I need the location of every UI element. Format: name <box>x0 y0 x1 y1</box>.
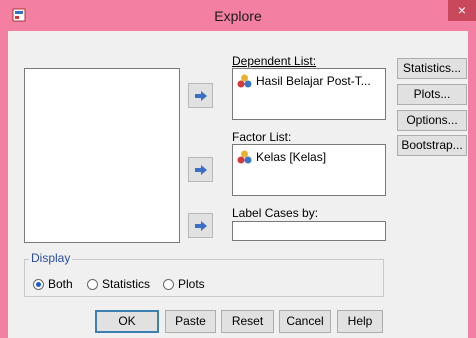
cancel-button[interactable]: Cancel <box>279 310 331 333</box>
display-group: Display Both Statistics Plots <box>24 251 384 297</box>
move-to-factor-button[interactable] <box>188 157 213 182</box>
list-item[interactable]: Kelas [Kelas] <box>237 150 326 164</box>
radio-unselected-icon <box>87 278 98 290</box>
right-arrow-icon <box>194 220 207 231</box>
right-arrow-icon <box>194 90 207 101</box>
radio-both-label: Both <box>48 277 73 291</box>
source-variable-list[interactable] <box>24 68 180 243</box>
options-button[interactable]: Options... <box>397 110 467 131</box>
dependent-list-label: Dependent List: <box>232 54 317 68</box>
statistics-button[interactable]: Statistics... <box>397 58 467 79</box>
radio-both[interactable]: Both <box>33 277 73 291</box>
radio-statistics-label: Statistics <box>102 277 151 291</box>
radio-selected-icon <box>33 278 44 290</box>
radio-plots[interactable]: Plots <box>163 277 205 291</box>
label-cases-field[interactable] <box>232 221 386 241</box>
help-button[interactable]: Help <box>337 310 383 333</box>
right-arrow-icon <box>194 164 207 175</box>
paste-button[interactable]: Paste <box>165 310 216 333</box>
move-to-dependent-button[interactable] <box>188 83 213 108</box>
display-group-title: Display <box>29 251 73 265</box>
scale-variable-icon <box>237 74 252 88</box>
reset-button[interactable]: Reset <box>221 310 274 333</box>
bootstrap-button[interactable]: Bootstrap... <box>397 135 467 156</box>
radio-plots-label: Plots <box>178 277 205 291</box>
list-item[interactable]: Hasil Belajar Post-T... <box>237 74 371 88</box>
factor-variable-label: Kelas [Kelas] <box>256 150 327 164</box>
window-title: Explore <box>214 8 262 24</box>
radio-unselected-icon <box>163 278 174 290</box>
nominal-variable-icon <box>237 150 252 164</box>
title-bar: Explore × <box>0 0 476 31</box>
dependent-variable-label: Hasil Belajar Post-T... <box>256 74 371 88</box>
label-cases-label: Label Cases by: <box>232 206 319 220</box>
plots-button[interactable]: Plots... <box>397 84 467 105</box>
ok-button[interactable]: OK <box>95 310 159 333</box>
dependent-list[interactable]: Hasil Belajar Post-T... <box>232 68 386 120</box>
factor-list[interactable]: Kelas [Kelas] <box>232 144 386 196</box>
radio-statistics[interactable]: Statistics <box>87 277 150 291</box>
close-button[interactable]: × <box>448 0 476 21</box>
factor-list-label: Factor List: <box>232 130 292 144</box>
move-to-label-button[interactable] <box>188 213 213 238</box>
